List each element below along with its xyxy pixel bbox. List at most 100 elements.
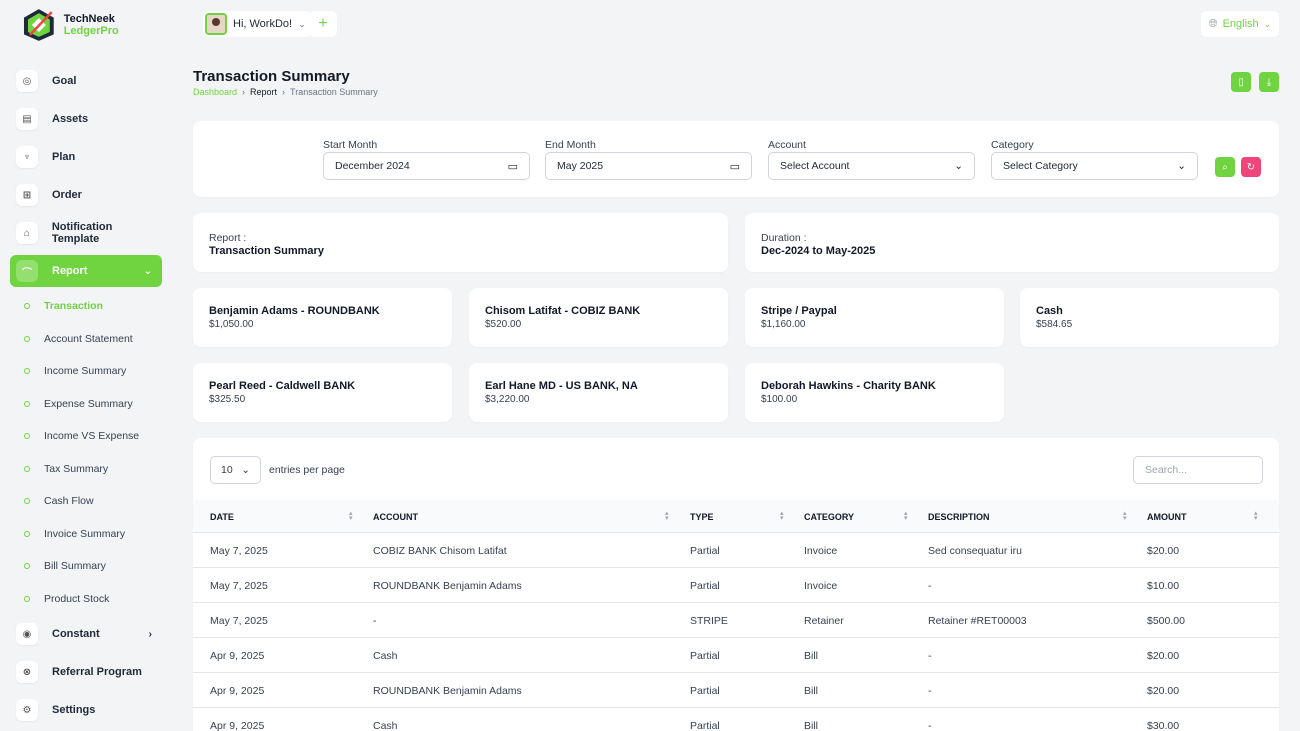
table-row[interactable]: May 7, 2025 COBIZ BANK Chisom Latifat Pa… (193, 533, 1279, 568)
category-select[interactable]: Select Category ⌄ (991, 152, 1198, 180)
sort-icon[interactable]: ▴ ▾ (904, 510, 908, 522)
cell-description: Sed consequatur iru (928, 545, 1022, 557)
account-name: Cash (1036, 305, 1063, 317)
chevron-down-icon: ⌄ (143, 265, 152, 277)
apply-filter-button[interactable]: ⌕ (1215, 157, 1235, 177)
account-card: Deborah Hawkins - Charity BANK $100.00 (745, 363, 1004, 422)
column-header-type[interactable]: TYPE (690, 512, 714, 522)
cell-account: Cash (373, 650, 398, 662)
account-name: Earl Hane MD - US BANK, NA (485, 380, 638, 392)
account-name: Chisom Latifat - COBIZ BANK (485, 305, 641, 317)
cell-amount: $20.00 (1147, 650, 1180, 662)
category-label: Category (991, 139, 1034, 151)
cell-amount: $20.00 (1147, 685, 1180, 697)
sidebar-nav: ◎ Goal ▤ Assets ♆ Plan ⊞ Order ⌂ Notific… (10, 62, 162, 729)
cell-category: Invoice (804, 545, 838, 557)
app-logo[interactable]: TechNeek LedgerPro (22, 8, 172, 42)
sidebar-item-report[interactable]: ⌒ Report ⌄ (10, 255, 162, 287)
sidebar-item-notification-template[interactable]: ⌂ Notification Template (10, 214, 162, 252)
search-icon: ⌕ (1222, 161, 1228, 173)
cell-description: Retainer #RET00003 (928, 615, 1027, 627)
transactions-table-card: 10 ⌄ entries per page Search... DATE ▴ ▾ … (193, 438, 1279, 731)
submenu-item-account-statement[interactable]: Account Statement (24, 323, 162, 356)
sidebar-item-referral-program[interactable]: ⊗ Referral Program (10, 653, 162, 691)
quick-add-button[interactable]: + (309, 11, 337, 37)
cell-amount: $10.00 (1147, 580, 1180, 592)
sidebar-item-constant[interactable]: ◉ Constant › (10, 615, 162, 653)
chart-icon: ⌒ (16, 260, 38, 282)
sort-icon[interactable]: ▴ ▾ (1254, 510, 1258, 522)
account-card: Stripe / Paypal $1,160.00 (745, 288, 1004, 347)
cell-account: - (373, 615, 377, 627)
account-card: Chisom Latifat - COBIZ BANK $520.00 (469, 288, 728, 347)
report-label: Report : (209, 232, 247, 244)
submenu-item-expense-summary[interactable]: Expense Summary (24, 388, 162, 421)
constant-icon: ◉ (16, 623, 38, 645)
search-input[interactable]: Search... (1133, 456, 1263, 484)
sort-icon[interactable]: ▴ ▾ (780, 510, 784, 522)
app-name: TechNeek LedgerPro (63, 13, 119, 37)
chevron-right-icon: › (148, 628, 152, 640)
start-month-input[interactable]: December 2024 ▭ (323, 152, 530, 180)
column-header-category[interactable]: CATEGORY (804, 512, 854, 522)
column-header-account[interactable]: ACCOUNT (373, 512, 418, 522)
user-menu[interactable]: Hi, WorkDo! ⌄ (203, 11, 312, 37)
chevron-right-icon: › (242, 87, 246, 97)
cart-icon: ⊞ (16, 184, 38, 206)
account-card: Earl Hane MD - US BANK, NA $3,220.00 (469, 363, 728, 422)
cell-account: COBIZ BANK Chisom Latifat (373, 545, 507, 557)
per-page-select[interactable]: 10 ⌄ (210, 456, 261, 484)
cell-date: Apr 9, 2025 (210, 650, 265, 662)
sidebar-item-goal[interactable]: ◎ Goal (10, 62, 162, 100)
submenu-item-invoice-summary[interactable]: Invoice Summary (24, 518, 162, 551)
submenu-item-tax-summary[interactable]: Tax Summary (24, 453, 162, 486)
breadcrumb-report[interactable]: Report (250, 87, 277, 97)
sidebar-item-order[interactable]: ⊞ Order (10, 176, 162, 214)
sidebar-item-settings[interactable]: ⚙ Settings (10, 691, 162, 729)
entries-per-page: 10 ⌄ entries per page (210, 456, 345, 484)
account-card: Pearl Reed - Caldwell BANK $325.50 (193, 363, 452, 422)
submenu-item-product-stock[interactable]: Product Stock (24, 583, 162, 616)
cell-category: Bill (804, 685, 819, 697)
table-row[interactable]: Apr 9, 2025 Cash Partial Bill - $20.00 (193, 638, 1279, 673)
cell-type: Partial (690, 650, 720, 662)
column-header-description[interactable]: DESCRIPTION (928, 512, 990, 522)
logo-icon (23, 9, 54, 41)
column-header-date[interactable]: DATE (210, 512, 234, 522)
referral-icon: ⊗ (16, 661, 38, 683)
export-pdf-button[interactable]: ▯ (1231, 72, 1251, 92)
cell-type: STRIPE (690, 615, 728, 627)
sidebar-item-assets[interactable]: ▤ Assets (10, 100, 162, 138)
sort-icon[interactable]: ▴ ▾ (665, 510, 669, 522)
sort-icon[interactable]: ▴ ▾ (1123, 510, 1127, 522)
table-row[interactable]: May 7, 2025 - STRIPE Retainer Retainer #… (193, 603, 1279, 638)
sidebar-item-plan[interactable]: ♆ Plan (10, 138, 162, 176)
cell-amount: $30.00 (1147, 720, 1180, 731)
table-row[interactable]: Apr 9, 2025 ROUNDBANK Benjamin Adams Par… (193, 673, 1279, 708)
bell-icon: ⌂ (16, 222, 38, 244)
column-header-amount[interactable]: AMOUNT (1147, 512, 1187, 522)
account-balance: $325.50 (209, 394, 246, 405)
account-name: Benjamin Adams - ROUNDBANK (209, 305, 380, 317)
language-selector[interactable]: 🌐︎ English ⌄ (1201, 11, 1279, 37)
page-title: Transaction Summary (193, 68, 350, 85)
table-row[interactable]: Apr 9, 2025 Cash Partial Bill - $30.00 (193, 708, 1279, 731)
table-row[interactable]: May 7, 2025 ROUNDBANK Benjamin Adams Par… (193, 568, 1279, 603)
cell-description: - (928, 685, 932, 697)
account-balance: $100.00 (761, 394, 798, 405)
avatar (205, 13, 227, 35)
submenu-item-cash-flow[interactable]: Cash Flow (24, 485, 162, 518)
breadcrumb-dashboard[interactable]: Dashboard (193, 87, 237, 97)
submenu-item-income-vs-expense[interactable]: Income VS Expense (24, 420, 162, 453)
table-header: DATE ▴ ▾ ACCOUNT ▴ ▾ TYPE ▴ ▾ CATEGORY ▴ ▾ D… (193, 500, 1279, 533)
account-select[interactable]: Select Account ⌄ (768, 152, 975, 180)
sort-icon[interactable]: ▴ ▾ (349, 510, 353, 522)
cell-category: Bill (804, 720, 819, 731)
submenu-item-bill-summary[interactable]: Bill Summary (24, 550, 162, 583)
reset-filter-button[interactable]: ↻ (1241, 157, 1261, 177)
submenu-item-income-summary[interactable]: Income Summary (24, 355, 162, 388)
download-button[interactable]: ⤓ (1259, 72, 1279, 92)
end-month-input[interactable]: May 2025 ▭ (545, 152, 752, 180)
submenu-item-transaction[interactable]: Transaction (24, 290, 162, 323)
chevron-down-icon: ⌄ (241, 464, 250, 476)
